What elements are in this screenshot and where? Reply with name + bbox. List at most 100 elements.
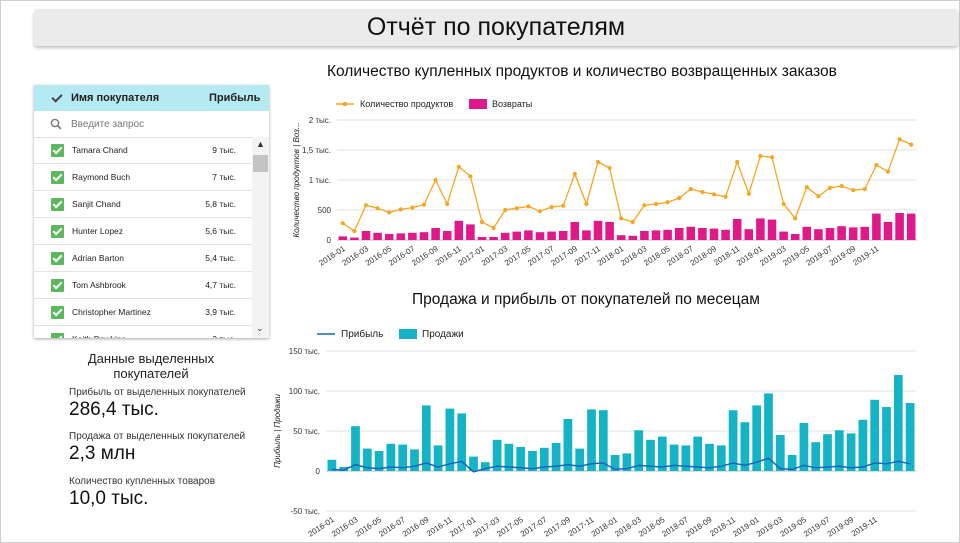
list-item[interactable]: Hunter Lopez 5,6 тыс.	[34, 218, 252, 245]
bar[interactable]	[848, 227, 858, 240]
legend-line-label[interactable]: Прибыль	[341, 328, 383, 340]
bar[interactable]	[410, 449, 419, 471]
line-point[interactable]	[387, 210, 392, 215]
bar[interactable]	[709, 228, 719, 240]
bar[interactable]	[906, 213, 916, 240]
bar[interactable]	[442, 231, 452, 240]
line-point[interactable]	[584, 201, 589, 207]
legend-bar-label[interactable]: Возвраты	[492, 99, 532, 109]
line-point[interactable]	[630, 219, 635, 225]
bar[interactable]	[858, 419, 868, 471]
list-item[interactable]: Sanjit Chand 5,8 тыс.	[34, 191, 252, 218]
bar[interactable]	[721, 229, 730, 240]
line-point[interactable]	[561, 203, 566, 208]
bar[interactable]	[834, 430, 844, 471]
line-point[interactable]	[862, 186, 867, 192]
series-line[interactable]	[342, 138, 912, 232]
bar[interactable]	[445, 408, 455, 471]
bar[interactable]	[905, 403, 915, 471]
bar[interactable]	[454, 220, 464, 240]
line-point[interactable]	[758, 153, 763, 159]
bar[interactable]	[558, 231, 568, 240]
line-point[interactable]	[526, 204, 531, 209]
line-point[interactable]	[607, 165, 612, 171]
bar[interactable]	[823, 434, 832, 471]
line-point[interactable]	[421, 202, 427, 207]
bar[interactable]	[895, 213, 904, 240]
list-item[interactable]: Keith Dawkins3 тыс.	[34, 326, 252, 338]
line-point[interactable]	[653, 201, 659, 207]
line-point[interactable]	[456, 164, 461, 169]
bar[interactable]	[846, 433, 856, 471]
customer-filter-control[interactable]: Имя покупателя Прибыль Введите запрос Ta…	[34, 85, 269, 338]
bar[interactable]	[419, 232, 429, 240]
bar[interactable]	[575, 448, 585, 471]
bar[interactable]	[883, 222, 893, 240]
bar[interactable]	[587, 409, 596, 471]
bar[interactable]	[408, 232, 417, 240]
checkbox-checked-icon[interactable]	[51, 305, 64, 319]
bar[interactable]	[582, 230, 591, 240]
checkbox-checked-icon[interactable]	[51, 332, 64, 338]
bar[interactable]	[698, 228, 707, 240]
bar[interactable]	[681, 445, 691, 471]
line-point[interactable]	[711, 192, 717, 197]
line-point[interactable]	[688, 186, 693, 192]
bar[interactable]	[799, 423, 809, 471]
bar[interactable]	[350, 237, 359, 240]
line-point[interactable]	[804, 185, 809, 190]
checkbox-checked-icon[interactable]	[51, 278, 64, 292]
line-point[interactable]	[375, 206, 380, 211]
list-item[interactable]: Tamara Chand 9 тыс.	[34, 137, 252, 164]
line-point[interactable]	[897, 137, 902, 142]
bar[interactable]	[732, 219, 742, 240]
list-item[interactable]: Tom Ashbrook 4,7 тыс.	[34, 272, 252, 299]
bar[interactable]	[628, 235, 638, 240]
bar[interactable]	[466, 224, 475, 240]
line-point[interactable]	[491, 225, 496, 231]
bar[interactable]	[384, 234, 394, 240]
bar[interactable]	[547, 231, 556, 240]
bar[interactable]	[825, 228, 835, 240]
line-point[interactable]	[514, 206, 519, 211]
bar[interactable]	[663, 229, 672, 240]
bar[interactable]	[674, 228, 684, 240]
bar[interactable]	[563, 419, 573, 471]
line-point[interactable]	[537, 209, 543, 214]
line-point[interactable]	[595, 159, 601, 165]
bar[interactable]	[512, 231, 522, 240]
filter-scrollbar[interactable]: ▲ ⌄	[252, 137, 269, 338]
bar[interactable]	[396, 233, 406, 240]
checkbox-checked-icon[interactable]	[51, 197, 64, 211]
bar[interactable]	[605, 222, 614, 240]
line-point[interactable]	[340, 221, 345, 226]
bar[interactable]	[893, 375, 903, 471]
line-point[interactable]	[874, 162, 879, 168]
bar[interactable]	[361, 231, 371, 240]
line-point[interactable]	[885, 169, 891, 174]
bar[interactable]	[535, 232, 545, 240]
line-point[interactable]	[700, 189, 705, 195]
bar[interactable]	[860, 226, 870, 240]
checkbox-checked-icon[interactable]	[51, 251, 64, 265]
bar[interactable]	[489, 237, 498, 240]
scroll-thumb[interactable]	[253, 155, 268, 172]
filter-header-name[interactable]: Имя покупателя	[71, 92, 209, 104]
bar[interactable]	[756, 218, 765, 240]
line-point[interactable]	[398, 207, 403, 212]
select-all-checkbox[interactable]	[51, 92, 63, 104]
line-point[interactable]	[735, 159, 740, 165]
bar[interactable]	[338, 236, 348, 240]
line-point[interactable]	[793, 216, 798, 221]
line-point[interactable]	[433, 177, 438, 183]
line-point[interactable]	[909, 142, 914, 147]
bar[interactable]	[693, 436, 703, 471]
list-item[interactable]: Raymond Buch 7 тыс.	[34, 164, 252, 191]
bar[interactable]	[870, 399, 880, 471]
line-point[interactable]	[503, 207, 508, 213]
line-point[interactable]	[781, 201, 786, 207]
bar[interactable]	[802, 226, 812, 240]
list-item[interactable]: Adrian Barton 5,4 тыс.	[34, 245, 252, 272]
bar[interactable]	[767, 219, 777, 240]
line-point[interactable]	[665, 200, 670, 205]
